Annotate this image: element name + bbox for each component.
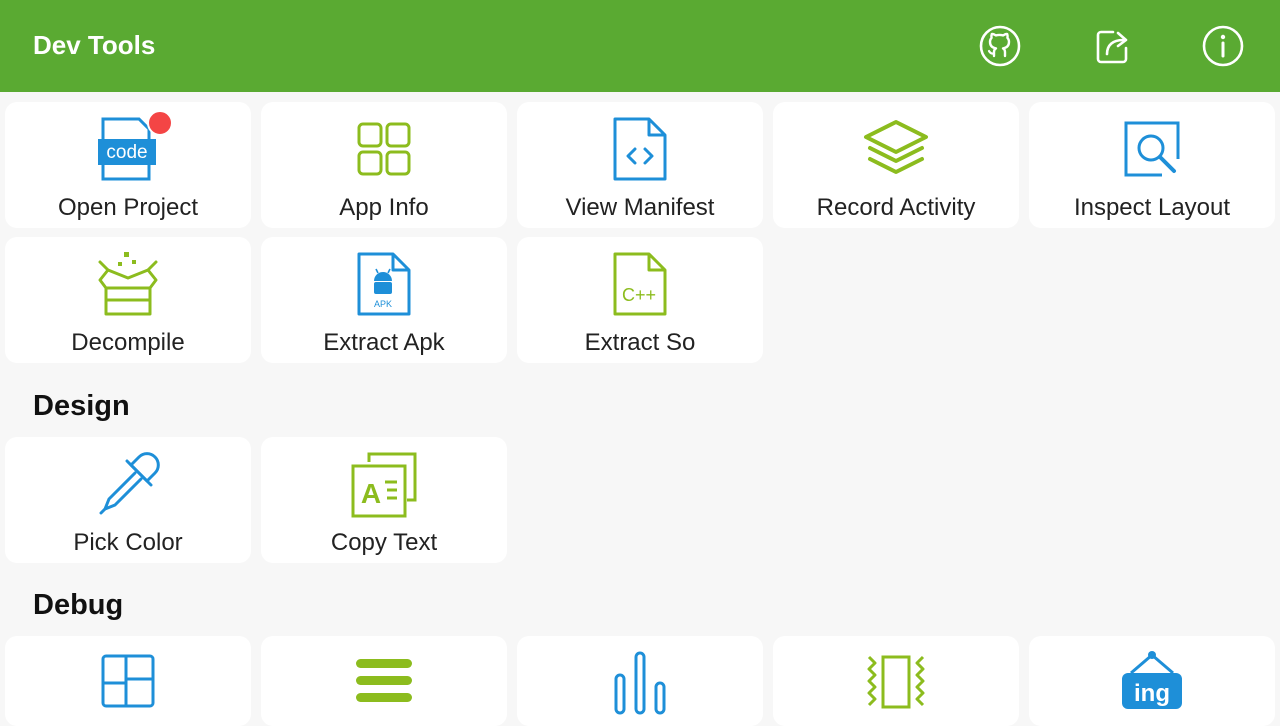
copy-text-icon-letter: A: [361, 478, 381, 509]
copy-text-icon: A: [351, 452, 417, 518]
open-box-icon: [98, 252, 158, 316]
tool-decompile[interactable]: Decompile: [5, 237, 251, 363]
tool-view-manifest[interactable]: View Manifest: [517, 102, 763, 228]
menu-icon: [356, 659, 412, 702]
github-button[interactable]: [976, 22, 1024, 70]
grid-icon: [357, 122, 411, 176]
apk-file-icon: APK: [357, 252, 411, 316]
share-button[interactable]: [1089, 22, 1137, 70]
tool-label: Record Activity: [816, 194, 976, 221]
inspect-icon: [1124, 121, 1180, 177]
cpp-icon-text: C++: [622, 285, 656, 305]
tool-label: App Info: [339, 194, 429, 221]
app-bar: Dev Tools: [0, 0, 1280, 92]
github-icon: [979, 25, 1021, 67]
tool-inspect-layout[interactable]: Inspect Layout: [1029, 102, 1275, 228]
tool-debug-stats[interactable]: [517, 636, 763, 726]
layers-icon: [864, 120, 928, 174]
compress-icon: [867, 655, 925, 709]
tool-label: Inspect Layout: [1073, 194, 1231, 221]
tool-record-activity[interactable]: Record Activity: [773, 102, 1019, 228]
share-icon: [1096, 30, 1128, 64]
info-button[interactable]: [1199, 22, 1247, 70]
tool-extract-apk[interactable]: APK Extract Apk: [261, 237, 507, 363]
tool-debug-compress[interactable]: [773, 636, 1019, 726]
tool-debug-sign[interactable]: ing: [1029, 636, 1275, 726]
tool-extract-so[interactable]: C++ Extract So: [517, 237, 763, 363]
tool-label: Extract Apk: [323, 329, 445, 356]
tool-pick-color[interactable]: Pick Color: [5, 437, 251, 563]
tool-open-project[interactable]: code Open Project: [5, 102, 251, 228]
tool-label: View Manifest: [565, 194, 715, 221]
section-heading-design: Design: [33, 390, 130, 422]
tool-label: Copy Text: [330, 529, 438, 556]
app-title: Dev Tools: [33, 30, 156, 60]
tool-app-info[interactable]: App Info: [261, 102, 507, 228]
info-icon: [1202, 25, 1244, 67]
tool-copy-text[interactable]: A Copy Text: [261, 437, 507, 563]
cpp-file-icon: C++: [613, 252, 667, 316]
manifest-file-icon: [613, 117, 667, 181]
tool-debug-menu[interactable]: [261, 636, 507, 726]
section-heading-debug: Debug: [33, 589, 124, 621]
code-icon-text: code: [106, 142, 147, 163]
tool-debug-layout-grid[interactable]: [5, 636, 251, 726]
apk-icon-text: APK: [374, 299, 392, 309]
sign-icon-text: ing: [1134, 680, 1170, 707]
eyedropper-icon: [99, 452, 160, 515]
bar-stats-icon: [614, 651, 666, 715]
tool-label: Pick Color: [73, 529, 183, 556]
tool-label: Open Project: [57, 194, 199, 221]
tool-label: Extract So: [584, 329, 696, 356]
hanging-sign-icon: ing: [1122, 651, 1182, 709]
notification-badge: [147, 110, 173, 136]
tool-label: Decompile: [71, 329, 185, 356]
layout-grid-icon: [101, 654, 155, 708]
